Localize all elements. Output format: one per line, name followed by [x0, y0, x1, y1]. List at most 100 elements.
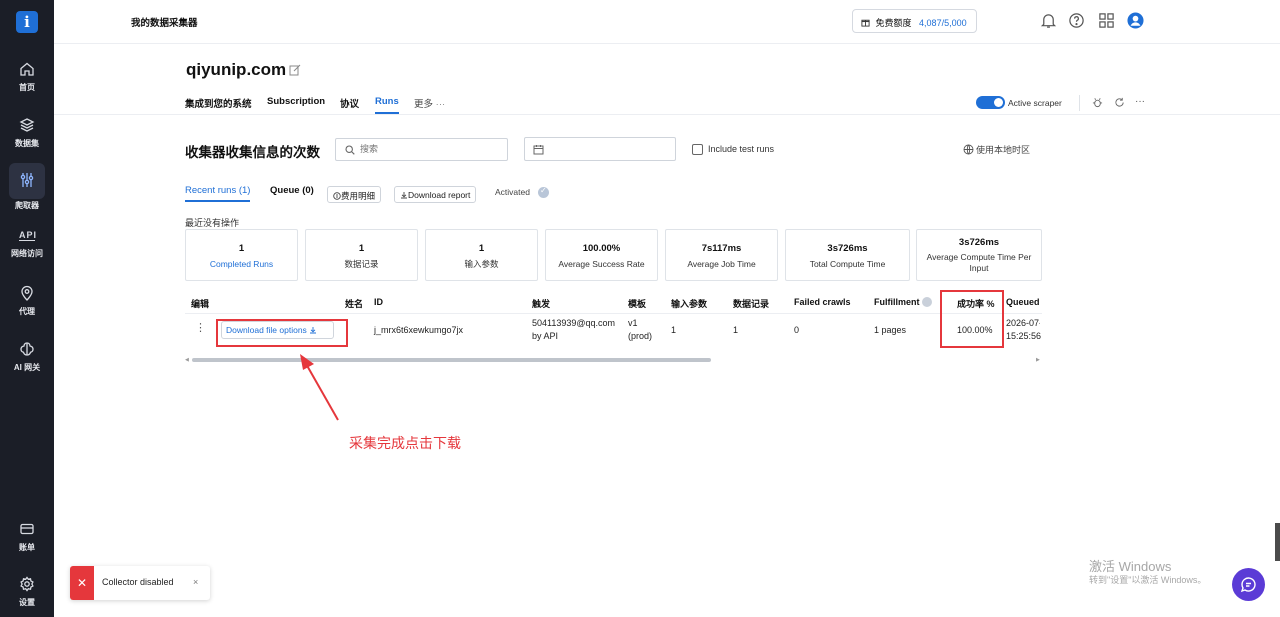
stat-value: 1 [358, 243, 365, 254]
col-id[interactable]: ID [374, 297, 383, 307]
tab-protocol[interactable]: 协议 [340, 96, 359, 110]
sidebar-item-billing[interactable]: 账单 [0, 521, 54, 553]
search-input[interactable] [360, 144, 500, 154]
error-x-icon: ✕ [70, 566, 94, 600]
sidebar-item-label: 设置 [19, 598, 35, 607]
ai-gateway-icon [20, 342, 34, 356]
apps-grid-icon[interactable] [1098, 12, 1115, 29]
template-version: v1 [628, 318, 638, 328]
table-divider [185, 313, 1042, 314]
proxy-pin-icon [21, 285, 33, 301]
sidebar-item-label: AI 网关 [13, 363, 41, 372]
billing-icon [20, 523, 34, 535]
col-failed-crawls[interactable]: Failed crawls [794, 297, 851, 307]
coin-icon [333, 192, 341, 200]
help-icon[interactable] [1068, 12, 1085, 29]
download-icon [401, 192, 407, 199]
sidebar-item-ai-gateway[interactable]: AI 网关 [0, 341, 54, 373]
activated-check-icon [538, 186, 549, 198]
records-count: 1 [733, 325, 739, 335]
api-icon: API [19, 230, 38, 241]
gift-icon [861, 19, 870, 27]
col-trigger[interactable]: 触发 [532, 297, 550, 310]
scroll-left-arrow[interactable]: ◀ [185, 357, 189, 363]
sidebar-item-api[interactable]: API 网络访问 [0, 230, 54, 259]
download-report-label: Download report [408, 190, 471, 200]
sidebar-item-home[interactable]: 首页 [0, 61, 54, 93]
search-box[interactable] [335, 138, 508, 161]
tab-runs[interactable]: Runs [375, 96, 399, 114]
fees-detail-button[interactable]: 费用明细 [327, 186, 382, 203]
trigger-source: by API [532, 331, 559, 341]
refresh-icon[interactable] [1114, 97, 1125, 108]
annotation-box-success-rate [940, 290, 1004, 348]
app-logo[interactable]: i [16, 11, 38, 33]
failed-crawls-count: 0 [794, 325, 800, 335]
tab-integration[interactable]: 集成到您的系统 [185, 96, 252, 110]
overflow-menu-icon[interactable]: ··· [1135, 96, 1145, 107]
sidebar-item-dataset[interactable]: 数据集 [0, 117, 54, 149]
stat-card: 100.00% Average Success Rate [545, 229, 658, 281]
tab-more[interactable]: 更多 ··· [414, 96, 445, 110]
header-divider [54, 114, 1280, 115]
stat-value: 3s726ms [958, 237, 1000, 248]
stat-label: Average Compute Time Per Input [926, 252, 1032, 273]
tab-subscription[interactable]: Subscription [267, 96, 325, 107]
quota-badge[interactable]: 免费额度 4,087/5,000 [852, 9, 977, 33]
col-fulfillment[interactable]: Fulfillment [874, 297, 920, 307]
col-name[interactable]: 姓名 [345, 297, 363, 310]
tab-queue[interactable]: Queue (0) [270, 185, 314, 196]
run-id[interactable]: j_mrx6t6xewkumgo7jx [374, 324, 463, 337]
col-inputs[interactable]: 输入参数 [671, 297, 707, 310]
toast-close-button[interactable]: × [193, 577, 198, 587]
edit-icon[interactable] [289, 64, 301, 76]
active-indicator [9, 163, 45, 199]
tab-more-label: 更多 [414, 99, 434, 110]
col-queued[interactable]: Queued [1006, 297, 1040, 307]
inputs-count: 1 [671, 325, 677, 335]
date-range-picker[interactable] [524, 137, 676, 161]
stat-card: 7s117ms Average Job Time [665, 229, 778, 281]
include-test-runs-checkbox[interactable] [692, 144, 703, 155]
globe-icon [963, 144, 974, 155]
settings-gear-icon [20, 576, 34, 592]
sidebar-item-proxy[interactable]: 代理 [0, 285, 54, 317]
sidebar-item-label: 数据集 [15, 139, 39, 148]
avatar[interactable] [1127, 12, 1144, 29]
calendar-icon [533, 145, 544, 155]
row-menu-icon[interactable]: ⋮ [195, 322, 206, 335]
activated-label: Activated [495, 187, 530, 197]
sidebar-item-label: 爬取器 [15, 201, 39, 210]
stat-label: 输入参数 [464, 259, 499, 269]
chat-support-button[interactable] [1232, 568, 1265, 601]
more-dots-icon: ··· [435, 99, 446, 110]
sidebar-item-label: 代理 [19, 307, 35, 316]
stat-card[interactable]: 1 Completed Runs [185, 229, 298, 281]
annotation-text: 采集完成点击下载 [349, 435, 461, 451]
download-report-button[interactable]: Download report [394, 186, 477, 203]
fees-detail-label: 费用明细 [341, 191, 376, 201]
app-title: 我的数据采集器 [131, 18, 198, 29]
timezone-toggle[interactable]: 使用本地时区 [963, 143, 1030, 156]
scraper-icon [20, 173, 34, 187]
sidebar: i 首页 数据集 爬取器 API 网络访问 代理 AI 网关 账单 设置 [0, 0, 54, 617]
col-template[interactable]: 模板 [628, 297, 646, 310]
recent-activity-label: 最近没有操作 [185, 218, 240, 228]
sidebar-item-label: 账单 [19, 543, 35, 552]
tab-recent-runs[interactable]: Recent runs (1) [185, 185, 251, 202]
col-records[interactable]: 数据记录 [733, 297, 769, 310]
active-scraper-toggle[interactable] [976, 96, 1005, 109]
stat-label: Total Compute Time [809, 259, 886, 269]
annotation-arrow [300, 354, 339, 421]
section-title: 收集器收集信息的次数 [185, 145, 320, 160]
stat-label: Average Success Rate [558, 259, 645, 269]
edge-panel-strip [1275, 523, 1280, 561]
scroll-right-arrow[interactable]: ▶ [1036, 357, 1040, 363]
sidebar-item-settings[interactable]: 设置 [0, 576, 54, 608]
home-icon [20, 62, 34, 76]
stat-label: Average Job Time [687, 259, 756, 269]
sidebar-item-scraper[interactable]: 爬取器 [0, 163, 54, 211]
bug-icon[interactable] [1092, 97, 1103, 108]
bell-icon[interactable] [1040, 12, 1057, 29]
horizontal-scrollbar[interactable] [192, 358, 711, 362]
